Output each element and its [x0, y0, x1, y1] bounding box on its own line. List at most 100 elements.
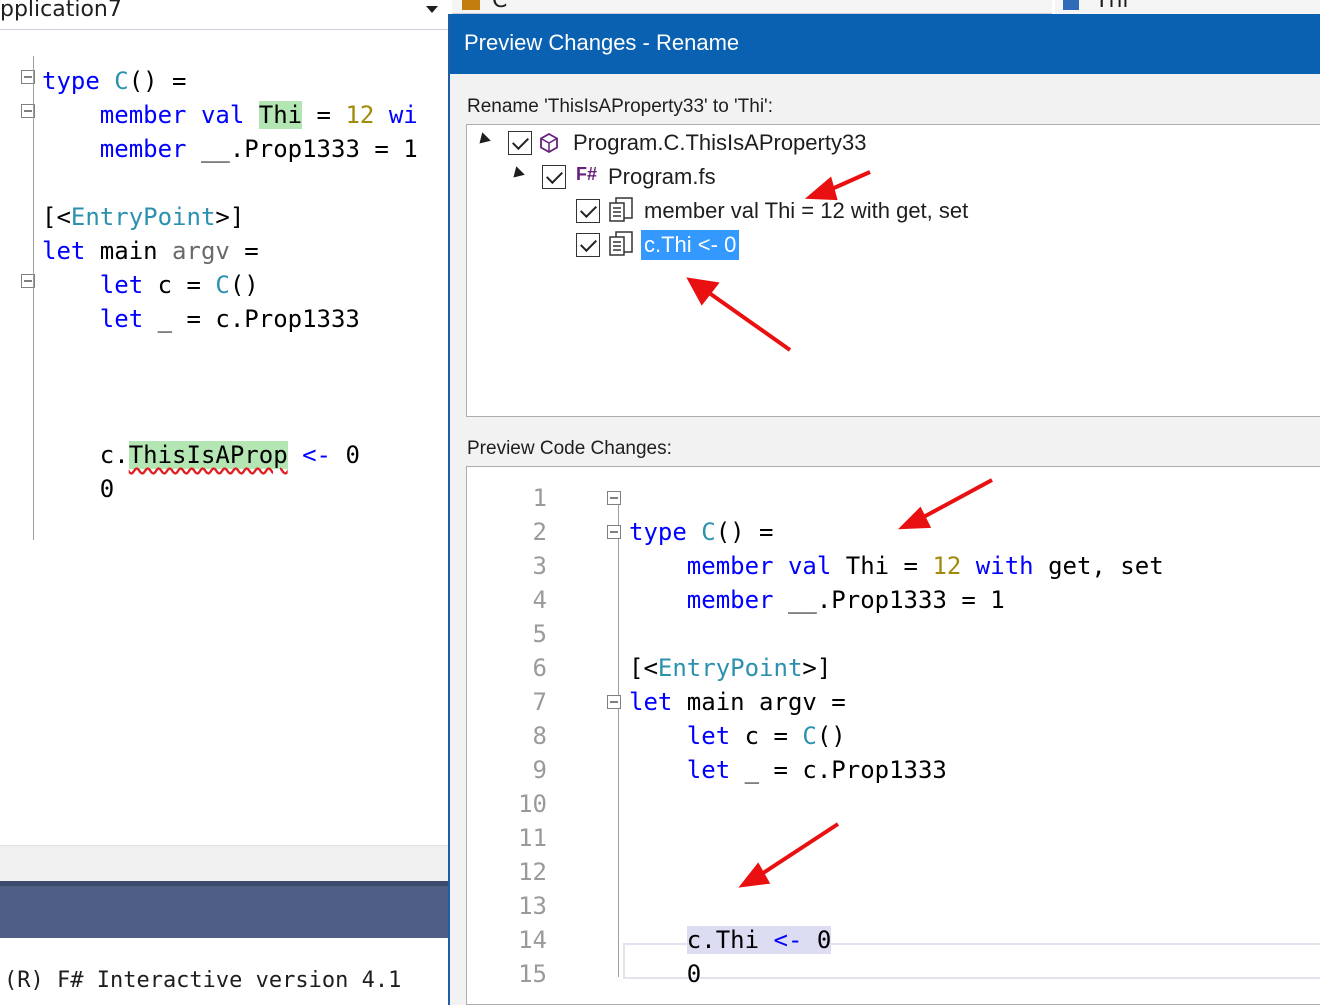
expand-arrow-icon[interactable]	[509, 166, 525, 182]
preview-changes-dialog: Preview Changes - Rename Rename 'ThisIsA…	[448, 14, 1320, 1005]
collapse-icon[interactable]	[607, 695, 621, 709]
code-line: type C() =	[629, 515, 774, 549]
collapse-icon[interactable]	[607, 525, 621, 539]
property-icon	[1063, 0, 1079, 10]
line-number: 11	[518, 824, 547, 852]
line-number: 3	[532, 552, 547, 580]
code-token: <-	[287, 441, 346, 469]
code-token: =	[229, 237, 259, 265]
line-number: 5	[532, 620, 547, 648]
code-line: c.Thi <- 0	[629, 923, 832, 957]
code-token: with	[961, 552, 1049, 580]
code-line: [<EntryPoint>]	[629, 651, 831, 685]
line-number: 6	[532, 654, 547, 682]
code-token: 12	[932, 552, 962, 580]
code-token: <-	[773, 926, 803, 954]
code-token: _ = c.Prop1333	[157, 305, 360, 333]
code-line: let c = C()	[629, 719, 846, 753]
code-token: 0	[345, 441, 360, 469]
code-token: let	[42, 271, 158, 299]
type-dropdown[interactable]: C	[452, 0, 1052, 14]
fsharp-interactive-output[interactable]: (R) F# Interactive version 4.1	[0, 938, 450, 1005]
code-line[interactable]: type C() =	[42, 64, 187, 98]
code-token: get, set	[1048, 552, 1164, 580]
member-dropdown[interactable]: Thi	[1055, 0, 1320, 14]
code-token: Thi =	[845, 552, 933, 580]
code-token: C	[215, 271, 230, 299]
change-checkbox[interactable]	[576, 233, 600, 257]
fold-guide	[618, 495, 619, 977]
change-checkbox[interactable]	[576, 199, 600, 223]
file-label: Program.fs	[608, 164, 716, 189]
code-token: member val	[42, 101, 259, 129]
changes-tree[interactable]: Program.C.ThisIsAProperty33 F# Program.f…	[466, 124, 1320, 417]
chevron-down-icon[interactable]	[426, 6, 438, 13]
code-token: c.Thi	[686, 926, 774, 954]
code-token: argv	[172, 237, 230, 265]
code-line[interactable]: member __.Prop1333 = 1	[42, 132, 418, 166]
code-token: [<	[629, 654, 658, 682]
code-token: main	[99, 237, 173, 265]
line-number: 12	[518, 858, 547, 886]
root-checkbox[interactable]	[508, 131, 532, 155]
code-line[interactable]: [<EntryPoint>]	[42, 200, 244, 234]
code-line: let _ = c.Prop1333	[629, 753, 947, 787]
code-token: 12	[345, 101, 375, 129]
code-line[interactable]: 0	[42, 472, 114, 506]
code-token: _ = c.Prop1333	[744, 756, 947, 784]
file-checkbox[interactable]	[542, 165, 566, 189]
code-line[interactable]: member val Thi = 12 wi	[42, 98, 418, 132]
tree-node-root[interactable]: Program.C.ThisIsAProperty33	[467, 127, 1317, 159]
code-token: let	[629, 756, 745, 784]
background-code-editor[interactable]: pplication7 type C() = member val Thi = …	[0, 0, 450, 1005]
line-number: 8	[532, 722, 547, 750]
code-token: 0	[42, 475, 115, 503]
code-line[interactable]: let _ = c.Prop1333	[42, 302, 360, 336]
line-number: 9	[532, 756, 547, 784]
expand-arrow-icon[interactable]	[475, 132, 491, 148]
code-token: C	[701, 518, 716, 546]
code-line: 0	[629, 957, 701, 991]
line-number: 4	[532, 586, 547, 614]
tree-node-change-selected[interactable]: c.Thi <- 0	[467, 229, 1317, 261]
code-preview-pane[interactable]: 1 2 type C() = 3 member val Thi = 12 with g…	[466, 466, 1320, 1005]
code-line: member val Thi = 12 with get, set	[629, 549, 1164, 583]
code-token: EntryPoint	[657, 654, 803, 682]
code-token: () =	[715, 518, 774, 546]
type-dropdown-value: C	[492, 0, 508, 13]
code-line[interactable]: let main argv =	[42, 234, 259, 268]
code-token: let	[629, 688, 687, 716]
tree-node-file[interactable]: F# Program.fs	[467, 161, 1317, 193]
rename-label: Rename 'ThisIsAProperty33' to 'Thi':	[467, 96, 773, 117]
line-number: 2	[532, 518, 547, 546]
code-token: c.	[42, 441, 129, 469]
code-token: >]	[215, 203, 245, 231]
code-token: let	[629, 722, 745, 750]
change-label: c.Thi <- 0	[641, 230, 740, 260]
code-token: ThisIsAProp	[128, 441, 288, 469]
code-token: member val	[629, 552, 846, 580]
code-reference-icon	[609, 231, 633, 256]
collapse-icon[interactable]	[607, 491, 621, 505]
tree-node-change[interactable]: member val Thi = 12 with get, set	[467, 195, 1317, 227]
code-line[interactable]: c.ThisIsAProp <- 0	[42, 438, 360, 472]
code-token: C	[114, 67, 129, 95]
line-number: 14	[518, 926, 547, 954]
code-line: member __.Prop1333 = 1	[629, 583, 1005, 617]
code-token: () =	[128, 67, 187, 95]
dialog-title-bar[interactable]: Preview Changes - Rename	[450, 14, 1320, 74]
code-token: let	[42, 237, 100, 265]
project-dropdown[interactable]: pplication7	[0, 0, 448, 30]
fold-guide	[33, 56, 34, 540]
change-label: member val Thi = 12 with get, set	[644, 198, 969, 223]
code-line[interactable]: let c = C()	[42, 268, 259, 302]
code-token: 0	[802, 926, 832, 954]
line-number: 1	[532, 484, 547, 512]
editor-code-area[interactable]: type C() = member val Thi = 12 wi member…	[0, 30, 450, 845]
preview-label: Preview Code Changes:	[467, 438, 672, 459]
code-token: EntryPoint	[70, 203, 216, 231]
horizontal-scrollbar[interactable]	[0, 845, 450, 881]
dialog-title: Preview Changes - Rename	[464, 30, 740, 55]
code-token: >]	[802, 654, 832, 682]
code-token: __.Prop1333 = 1	[787, 586, 1005, 614]
